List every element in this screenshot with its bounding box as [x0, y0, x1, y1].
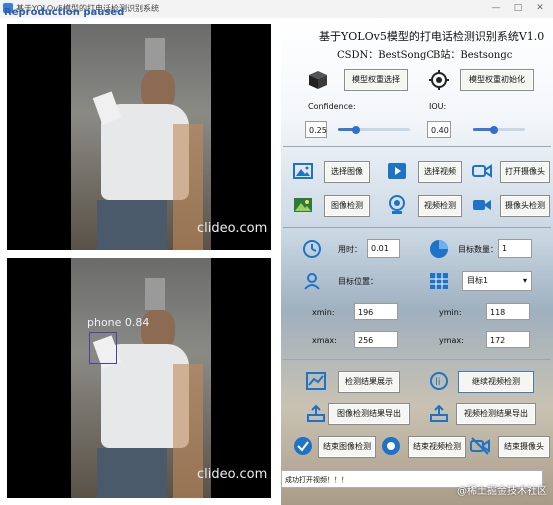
face-blur [145, 278, 165, 310]
video-file-icon [387, 161, 407, 181]
maximize-button[interactable]: □ [511, 2, 525, 15]
export-video-result-button[interactable]: 视频检测结果导出 [456, 403, 536, 425]
ymax-label: ymax: [439, 336, 464, 345]
app-heading: 基于YOLOv5模型的打电话检测识别系统V1.0 [319, 30, 545, 43]
time-value-field[interactable]: 0.01 [367, 239, 400, 258]
detection-video-view: phone 0.84 clideo.com [7, 258, 271, 498]
export-image-result-button[interactable]: 图像检测结果导出 [328, 403, 410, 425]
image-icon [293, 161, 313, 181]
time-label: 用时： [338, 245, 362, 254]
select-model-weights-button[interactable]: 模型权重选择 [344, 69, 408, 91]
original-video-view: clideo.com [7, 24, 271, 250]
xmax-field[interactable]: 256 [354, 331, 398, 348]
video-frame [71, 24, 211, 250]
xmin-label: xmin: [312, 308, 335, 317]
line-chart-icon [306, 371, 326, 391]
select-video-button[interactable]: 选择视频 [418, 161, 462, 183]
chevron-down-icon: ▾ [522, 276, 527, 285]
corner-watermark: @稀土掘金技术社区 [457, 486, 547, 497]
cube-icon [308, 70, 328, 90]
check-circle-icon [293, 436, 313, 456]
target-position-label: 目标位置： [338, 277, 378, 286]
stop-image-detect-button[interactable]: 结束图像检测 [318, 436, 376, 458]
camera-icon [472, 161, 492, 181]
iou-slider-handle[interactable] [490, 126, 498, 134]
control-panel: 基于YOLOv5模型的打电话检测识别系统V1.0 CSDN：BestSongC … [281, 18, 553, 505]
detection-box [89, 332, 117, 364]
target-icon [429, 70, 449, 90]
video-detect-button[interactable]: 视频检测 [418, 195, 462, 217]
detection-label: phone 0.84 [87, 316, 150, 329]
upload-icon [306, 403, 326, 423]
picture-icon [293, 195, 313, 215]
ymin-field[interactable]: 118 [486, 303, 530, 320]
target-count-field[interactable]: 1 [498, 239, 532, 258]
text-detection-icon: li [429, 371, 449, 391]
bilibili-credit: B站：Bestsongc [433, 50, 513, 61]
stop-circle-icon [381, 436, 401, 456]
video-panel: clideo.com phone 0.84 clideo.com [0, 18, 281, 505]
confidence-spinbox[interactable]: 0.25 [305, 121, 327, 138]
confidence-slider-handle[interactable] [352, 126, 360, 134]
face-blur [145, 38, 165, 70]
target-select-dropdown[interactable]: 目标1 ▾ [462, 271, 532, 291]
export-icon [429, 403, 449, 423]
show-result-button[interactable]: 检测结果展示 [338, 371, 400, 393]
target-count-label: 目标数量： [458, 245, 498, 254]
camera-off-icon [470, 436, 490, 456]
select-image-button[interactable]: 选择图像 [324, 161, 370, 183]
stop-camera-button[interactable]: 结束摄像头 [498, 436, 550, 458]
iou-label: IOU: [429, 102, 447, 111]
divider [283, 227, 551, 228]
iou-slider[interactable] [473, 128, 525, 131]
confidence-label: Confidence: [308, 102, 356, 111]
init-model-weights-button[interactable]: 模型权重初始化 [460, 69, 534, 91]
camera-detect-button[interactable]: 摄像头检测 [500, 195, 550, 217]
ymin-label: ymin: [439, 308, 462, 317]
minimize-button[interactable]: — [489, 2, 503, 15]
xmin-field[interactable]: 196 [354, 303, 398, 320]
clock-icon [302, 239, 322, 259]
video-watermark: clideo.com [197, 467, 268, 482]
csdn-credit: CSDN：BestSongC [337, 50, 435, 61]
iou-spinbox[interactable]: 0.40 [427, 121, 451, 138]
close-button[interactable]: ✕ [533, 2, 547, 15]
svg-text:li: li [435, 377, 441, 388]
user-location-icon [302, 271, 322, 291]
ymax-field[interactable]: 172 [486, 331, 530, 348]
target-select-value: 目标1 [467, 276, 489, 285]
video-frame [71, 258, 211, 498]
stop-video-detect-button[interactable]: 结束视频检测 [408, 436, 466, 458]
title-bar: 基于YOLOv5模型的打电话检测识别系统 Reproduction paused… [0, 0, 553, 19]
continue-video-detect-button[interactable]: 继续视频检测 [458, 371, 534, 393]
pie-chart-icon [429, 239, 449, 259]
video-camera-icon [472, 195, 492, 215]
xmax-label: xmax: [312, 336, 337, 345]
webcam-icon [387, 195, 407, 215]
open-camera-button[interactable]: 打开摄像头 [500, 161, 550, 183]
grid-icon [429, 271, 449, 291]
reproduction-overlay-text: Reproduction paused [4, 7, 125, 18]
divider [283, 146, 551, 147]
confidence-slider[interactable] [338, 128, 410, 131]
divider [283, 359, 551, 360]
video-watermark: clideo.com [197, 221, 268, 236]
image-detect-button[interactable]: 图像检测 [324, 195, 370, 217]
